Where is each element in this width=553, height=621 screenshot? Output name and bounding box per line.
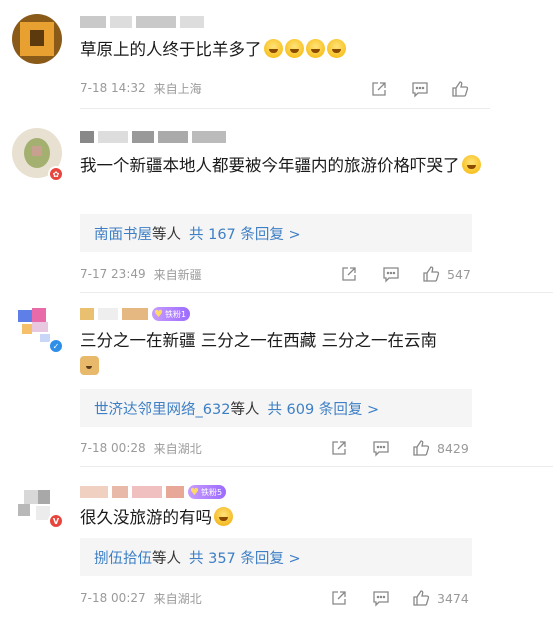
- comment-location: 来自上海: [153, 81, 202, 96]
- username[interactable]: ♥ 铁粉1: [80, 306, 191, 322]
- divider: [80, 466, 553, 467]
- share-icon: [332, 591, 346, 605]
- comment-button[interactable]: [411, 80, 429, 98]
- share-icon: [372, 82, 386, 96]
- replies-preview[interactable]: 世济达邻里网络_632 等人 共 609 条回复 >: [80, 389, 472, 427]
- verified-badge-icon: ✿: [48, 166, 64, 182]
- view-replies-link[interactable]: 共 357 条回复 >: [189, 547, 301, 568]
- laugh-cry-emoji: [284, 39, 304, 58]
- comment-text: 很久没旅游的有吗: [80, 505, 490, 531]
- like-button[interactable]: [451, 80, 470, 98]
- comment-time: 7-18 00:27: [80, 591, 146, 605]
- comment-meta: 7-18 00:28 来自湖北: [80, 438, 202, 458]
- replies-preview[interactable]: 捌伍拾伍 等人 共 357 条回复 >: [80, 538, 472, 576]
- comment-icon: [373, 591, 389, 607]
- comment-time: 7-17 23:49: [80, 267, 146, 281]
- comment-time: 7-18 14:32: [80, 81, 146, 95]
- view-replies-link[interactable]: 共 609 条回复 >: [267, 398, 379, 419]
- comment-icon: [412, 82, 428, 98]
- thumbs-up-icon: [413, 590, 430, 606]
- laugh-cry-emoji: [305, 39, 325, 58]
- divider: [80, 292, 553, 293]
- comment-body: 草原上的人终于比羊多了: [80, 40, 262, 59]
- comment-meta: 7-18 14:32 来自上海: [80, 78, 202, 98]
- fan-badge-label: 铁粉1: [164, 309, 187, 319]
- comment-body: 很久没旅游的有吗: [80, 508, 212, 527]
- share-button[interactable]: [340, 265, 358, 283]
- fan-badge-label: 铁粉5: [200, 487, 223, 497]
- heart-icon: ♥: [154, 308, 163, 320]
- like-count: 3474: [437, 590, 469, 606]
- laugh-cry-emoji: [326, 39, 346, 58]
- share-button[interactable]: [330, 439, 348, 457]
- reply-suffix: 等人: [152, 550, 181, 567]
- comment-icon: [383, 267, 399, 283]
- view-replies-link[interactable]: 共 167 条回复 >: [189, 223, 301, 244]
- comment-actions: [370, 78, 510, 100]
- like-button[interactable]: 8429: [412, 439, 469, 457]
- share-icon: [332, 441, 346, 455]
- comment-meta: 7-18 00:27 来自湖北: [80, 588, 202, 608]
- reply-user-link[interactable]: 世济达邻里网络_632: [94, 398, 230, 419]
- crying-emoji: [214, 507, 233, 526]
- reply-suffix: 等人: [152, 226, 181, 243]
- comment-icon: [373, 441, 389, 457]
- like-count: 547: [447, 266, 471, 282]
- share-button[interactable]: [330, 589, 348, 607]
- comment-button[interactable]: [382, 265, 400, 283]
- username[interactable]: [80, 129, 226, 145]
- verified-badge-icon: V: [48, 513, 64, 529]
- comment-text: 草原上的人终于比羊多了: [80, 37, 490, 63]
- share-icon: [342, 267, 356, 281]
- reply-user-link[interactable]: 捌伍拾伍: [94, 547, 152, 568]
- comment-body: 三分之一在新疆 三分之一在西藏 三分之一在云南: [80, 331, 437, 350]
- comment-location: 来自湖北: [153, 591, 202, 606]
- thumbs-up-icon: [452, 81, 469, 97]
- comment-button[interactable]: [372, 589, 390, 607]
- doge-emoji: [80, 356, 99, 375]
- username[interactable]: [80, 14, 204, 30]
- fan-badge: ♥ 铁粉1: [152, 307, 191, 321]
- like-count: 8429: [437, 440, 469, 456]
- verified-badge-icon: ✓: [48, 338, 64, 354]
- laugh-cry-emoji: [263, 39, 283, 58]
- fan-badge: ♥ 铁粉5: [188, 485, 227, 499]
- comment-time: 7-18 00:28: [80, 441, 146, 455]
- comment-body: 我一个新疆本地人都要被今年疆内的旅游价格吓哭了: [80, 156, 460, 175]
- like-button[interactable]: 3474: [412, 589, 469, 607]
- replies-preview[interactable]: 南面书屋 等人 共 167 条回复 >: [80, 214, 472, 252]
- comment-location: 来自湖北: [153, 441, 202, 456]
- username[interactable]: ♥ 铁粉5: [80, 484, 227, 500]
- comment-meta: 7-17 23:49 来自新疆: [80, 264, 202, 284]
- comment-actions: 3474: [330, 587, 470, 609]
- heart-icon: ♥: [190, 486, 199, 498]
- like-button[interactable]: 547: [422, 265, 471, 283]
- comment-text: 三分之一在新疆 三分之一在西藏 三分之一在云南: [80, 328, 490, 380]
- comment-location: 来自新疆: [153, 267, 202, 282]
- share-button[interactable]: [370, 80, 388, 98]
- reply-user-link[interactable]: 南面书屋: [94, 223, 152, 244]
- comment-actions: 547: [340, 263, 480, 285]
- comment-actions: 8429: [330, 437, 470, 459]
- reply-suffix: 等人: [230, 401, 260, 418]
- comment-text: 我一个新疆本地人都要被今年疆内的旅游价格吓哭了: [80, 153, 490, 179]
- comment-button[interactable]: [372, 439, 390, 457]
- laugh-cry-emoji: [461, 155, 481, 174]
- thumbs-up-icon: [423, 266, 440, 282]
- thumbs-up-icon: [413, 440, 430, 456]
- divider: [80, 108, 490, 109]
- avatar[interactable]: [12, 14, 62, 64]
